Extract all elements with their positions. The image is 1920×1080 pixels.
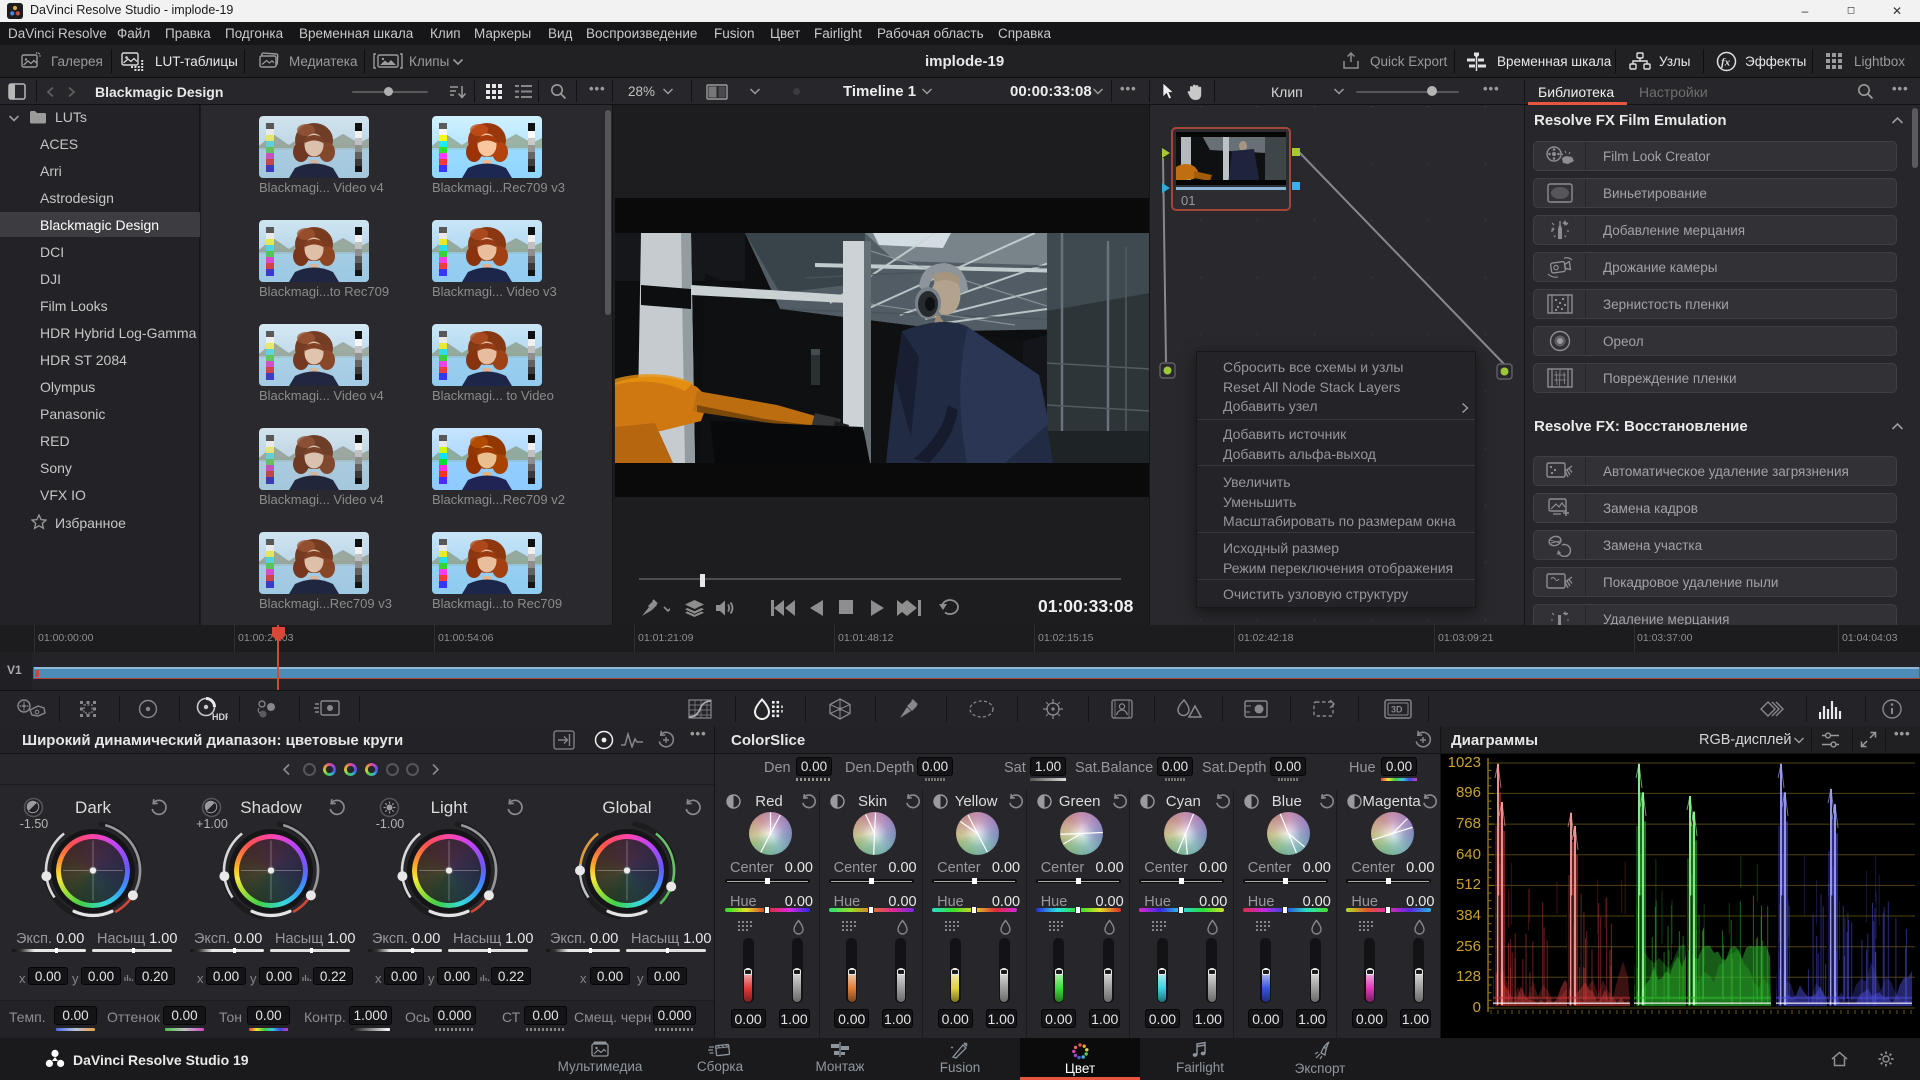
svg-text:HDR: HDR (212, 712, 228, 722)
svg-text:fx: fx (1721, 57, 1731, 69)
svg-text:3D: 3D (1391, 705, 1403, 715)
svg-text:01: 01 (1181, 193, 1195, 208)
